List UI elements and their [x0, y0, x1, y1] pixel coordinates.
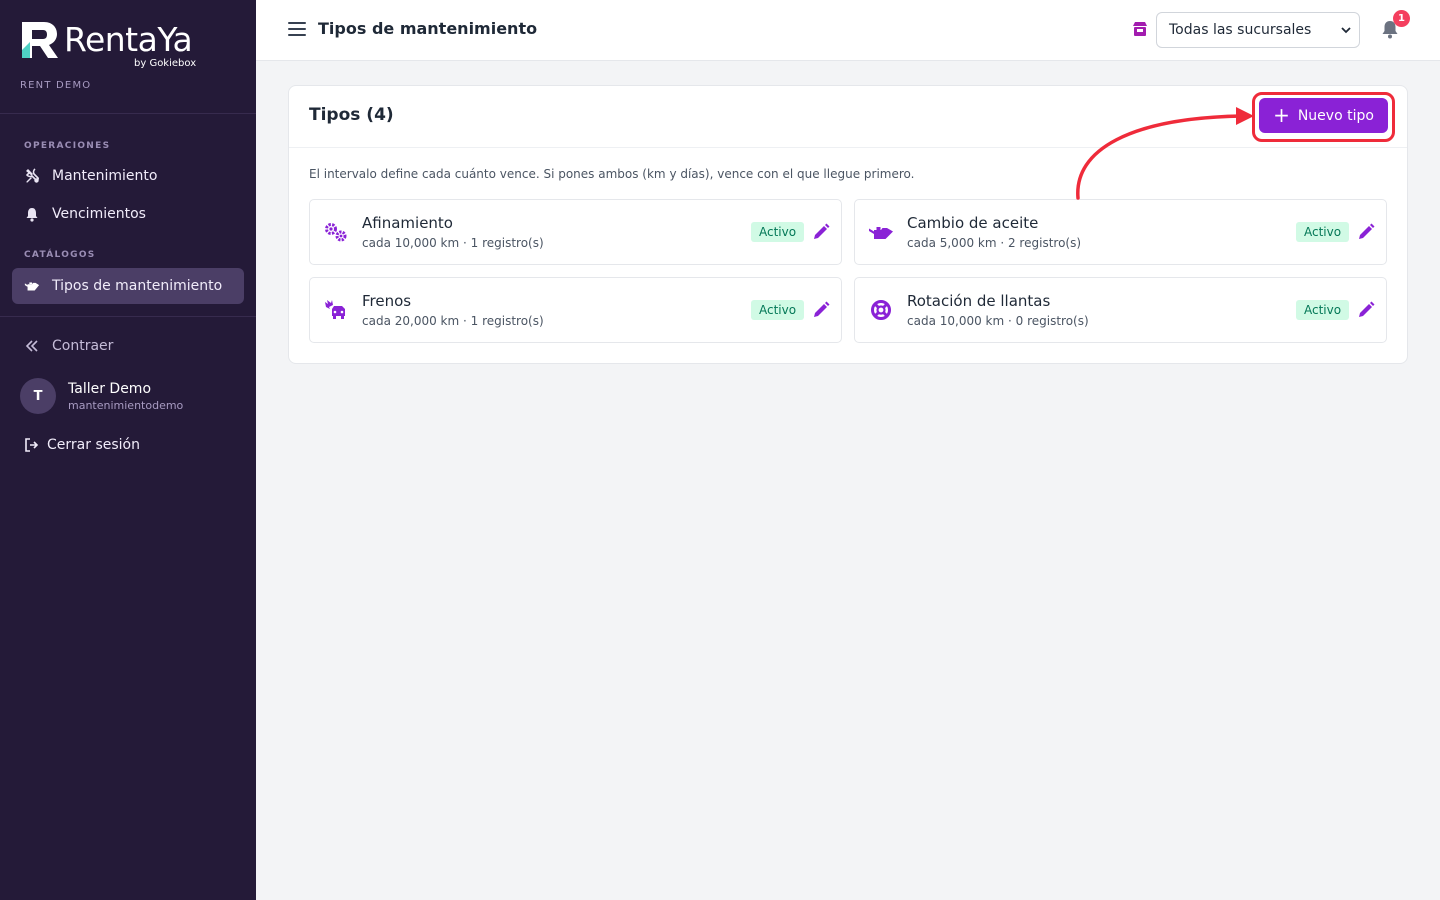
type-name: Cambio de aceite — [907, 214, 1039, 232]
type-card-frenos[interactable]: Frenos cada 20,000 km · 1 registro(s) Ac… — [309, 277, 842, 343]
section-label-catalogos: CATÁLOGOS — [24, 250, 96, 260]
sidebar: RentaYa by Gokiebox RENT DEMO OPERACIONE… — [0, 0, 256, 900]
status-badge: Activo — [1296, 222, 1350, 242]
new-type-label: Nuevo tipo — [1297, 107, 1374, 124]
type-name: Afinamiento — [362, 214, 453, 232]
type-card-cambio-de-aceite[interactable]: Cambio de aceite cada 5,000 km · 2 regis… — [854, 199, 1387, 265]
edit-pencil-icon[interactable] — [1357, 301, 1375, 319]
sidebar-item-vencimientos[interactable]: Vencimientos — [12, 196, 244, 232]
status-badge: Activo — [751, 300, 805, 320]
sidebar-item-label: Vencimientos — [52, 206, 146, 222]
user-handle: mantenimientodemo — [68, 398, 184, 412]
edit-pencil-icon[interactable] — [1357, 223, 1375, 241]
oil-can-icon — [24, 278, 40, 294]
status-badge: Activo — [1296, 300, 1350, 320]
chevron-down-icon — [1341, 27, 1351, 34]
sidebar-item-label: Tipos de mantenimiento — [52, 278, 223, 294]
type-meta: cada 10,000 km · 1 registro(s) — [362, 236, 544, 250]
sidebar-item-mantenimiento[interactable]: Mantenimiento — [12, 158, 244, 194]
edit-pencil-icon[interactable] — [812, 223, 830, 241]
brand-name: RentaYa — [64, 20, 193, 59]
life-ring-icon — [867, 298, 895, 322]
branch-select[interactable]: Todas las sucursales — [1156, 12, 1360, 48]
type-name: Rotación de llantas — [907, 292, 1051, 310]
gears-icon — [322, 220, 350, 244]
type-meta: cada 20,000 km · 1 registro(s) — [362, 314, 544, 328]
double-chevron-left-icon — [24, 338, 40, 354]
type-card-afinamiento[interactable]: Afinamiento cada 10,000 km · 1 registro(… — [309, 199, 842, 265]
tools-icon — [24, 168, 40, 184]
bell-icon — [24, 206, 40, 222]
notification-count-badge: 1 — [1393, 10, 1410, 27]
sidebar-divider — [0, 316, 256, 317]
user-name: Taller Demo — [68, 380, 152, 397]
status-badge: Activo — [751, 222, 805, 242]
card-title: Tipos (4) — [309, 105, 394, 125]
section-label-operaciones: OPERACIONES — [24, 141, 111, 151]
type-meta: cada 5,000 km · 2 registro(s) — [907, 236, 1082, 250]
logout-icon — [24, 438, 39, 452]
user-profile[interactable]: T Taller Demo mantenimientodemo — [20, 378, 183, 414]
plus-icon: + — [1273, 102, 1290, 127]
workspace-name: RENT DEMO — [20, 80, 92, 91]
brand-byline: by Gokiebox — [134, 58, 197, 69]
new-type-button[interactable]: + Nuevo tipo — [1259, 98, 1388, 133]
collapse-label: Contraer — [52, 338, 114, 354]
logout-button[interactable]: Cerrar sesión — [24, 437, 140, 453]
logout-label: Cerrar sesión — [47, 437, 140, 453]
types-card: Tipos (4) + Nuevo tipo El intervalo defi… — [288, 85, 1408, 364]
page-title: Tipos de mantenimiento — [318, 19, 538, 38]
collapse-sidebar-button[interactable]: Contraer — [12, 328, 244, 364]
branch-select-value: Todas las sucursales — [1169, 22, 1312, 38]
topbar: Tipos de mantenimiento Todas las sucursa… — [256, 0, 1440, 61]
type-card-rotacion-de-llantas[interactable]: Rotación de llantas cada 10,000 km · 0 r… — [854, 277, 1387, 343]
sidebar-divider — [0, 113, 256, 114]
sidebar-item-tipos-de-mantenimiento[interactable]: Tipos de mantenimiento — [12, 268, 244, 304]
interval-hint: El intervalo define cada cuánto vence. S… — [309, 167, 915, 181]
car-burst-icon — [322, 298, 350, 322]
card-header: Tipos (4) + Nuevo tipo — [289, 86, 1407, 148]
store-icon — [1133, 22, 1147, 36]
edit-pencil-icon[interactable] — [812, 301, 830, 319]
oil-can-icon — [867, 220, 895, 244]
sidebar-item-label: Mantenimiento — [52, 168, 158, 184]
hamburger-menu-icon[interactable] — [288, 21, 306, 37]
rentaya-logo-icon — [22, 22, 58, 58]
type-meta: cada 10,000 km · 0 registro(s) — [907, 314, 1089, 328]
avatar: T — [20, 378, 56, 414]
type-name: Frenos — [362, 292, 412, 310]
